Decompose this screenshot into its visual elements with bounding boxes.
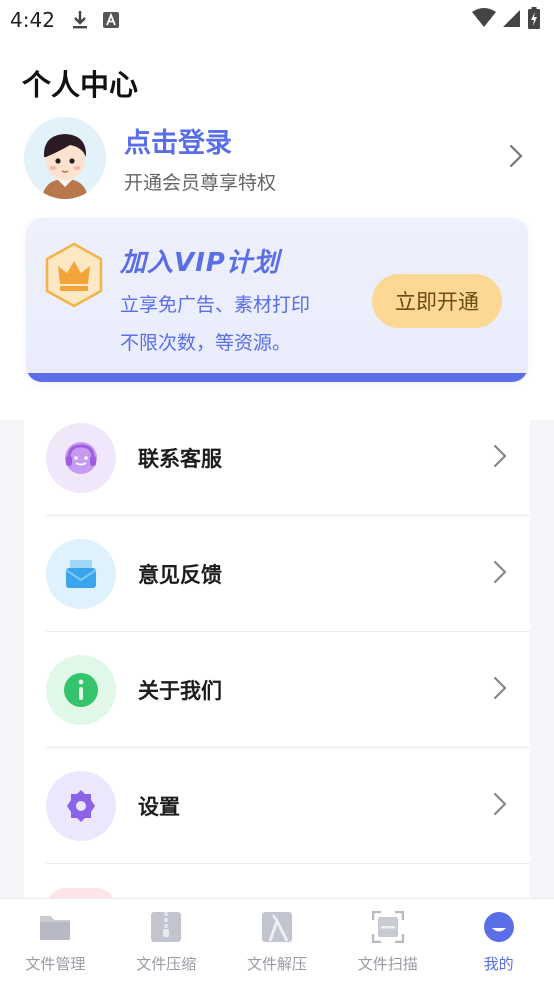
nav-label: 文件管理	[25, 955, 86, 973]
nav-label: 我的	[483, 955, 514, 973]
menu-item-contact-service[interactable]: 联系客服	[24, 400, 530, 516]
chevron-right-icon	[492, 559, 508, 589]
notification-a-icon	[102, 12, 119, 28]
vip-title: 加入VIP计划	[120, 248, 280, 278]
menu-item-about-us[interactable]: 关于我们	[24, 632, 530, 748]
zip-icon	[150, 909, 182, 945]
menu-label-contact-service: 联系客服	[138, 447, 222, 471]
menu-item-feedback[interactable]: 意见反馈	[24, 516, 530, 632]
page-title: 个人中心	[22, 68, 139, 102]
chevron-right-icon	[492, 791, 508, 821]
nav-label: 文件解压	[246, 955, 307, 973]
status-bar: 4:42	[0, 0, 554, 40]
login-label[interactable]: 点击登录	[124, 121, 276, 160]
vip-accent-bar	[26, 373, 528, 382]
profile-icon	[483, 909, 515, 945]
status-time: 4:42	[10, 8, 55, 32]
status-right-icons	[472, 6, 540, 34]
chevron-right-icon	[492, 443, 508, 473]
menu-card: 联系客服 意见反馈 关于我们 设置	[24, 400, 530, 920]
chevron-right-icon	[492, 675, 508, 705]
gear-icon	[46, 771, 116, 841]
menu-label-feedback: 意见反馈	[138, 563, 222, 587]
nav-file-compress[interactable]: 文件压缩	[111, 899, 222, 984]
scan-icon	[371, 909, 404, 945]
nav-label: 文件扫描	[357, 955, 418, 973]
nav-mine[interactable]: 我的	[443, 899, 554, 984]
vip-description: 立享免广告、素材打印 不限次数，等资源。	[120, 286, 310, 362]
info-icon	[46, 655, 116, 725]
mail-icon	[46, 539, 116, 609]
download-icon	[71, 10, 89, 30]
avatar[interactable]	[24, 117, 106, 199]
menu-divider	[46, 863, 530, 864]
menu-label-settings: 设置	[138, 795, 180, 819]
nav-file-manage[interactable]: 文件管理	[0, 899, 111, 984]
vip-card[interactable]: 加入VIP计划 立享免广告、素材打印 不限次数，等资源。 立即开通	[26, 218, 528, 382]
vip-desc-line1: 立享免广告、素材打印	[120, 294, 311, 316]
vip-open-button[interactable]: 立即开通	[372, 274, 502, 328]
headset-icon	[46, 423, 116, 493]
nav-label: 文件压缩	[136, 955, 197, 973]
unzip-icon	[261, 909, 293, 945]
signal-icon	[502, 8, 522, 33]
vip-desc-line2: 不限次数，等资源。	[120, 332, 292, 354]
menu-label-about-us: 关于我们	[138, 679, 222, 703]
chevron-right-icon[interactable]	[508, 143, 524, 173]
menu-item-settings[interactable]: 设置	[24, 748, 530, 864]
battery-icon	[528, 6, 540, 34]
folder-icon	[38, 909, 72, 945]
crown-icon	[44, 242, 104, 312]
nav-file-scan[interactable]: 文件扫描	[332, 899, 443, 984]
profile-row[interactable]: 点击登录 开通会员尊享特权	[24, 116, 530, 200]
wifi-icon	[472, 7, 496, 33]
bottom-nav: 文件管理 文件压缩 文件解压 文件扫描 我的	[0, 898, 554, 984]
member-subtitle: 开通会员尊享特权	[124, 172, 277, 194]
nav-file-decompress[interactable]: 文件解压	[222, 899, 333, 984]
